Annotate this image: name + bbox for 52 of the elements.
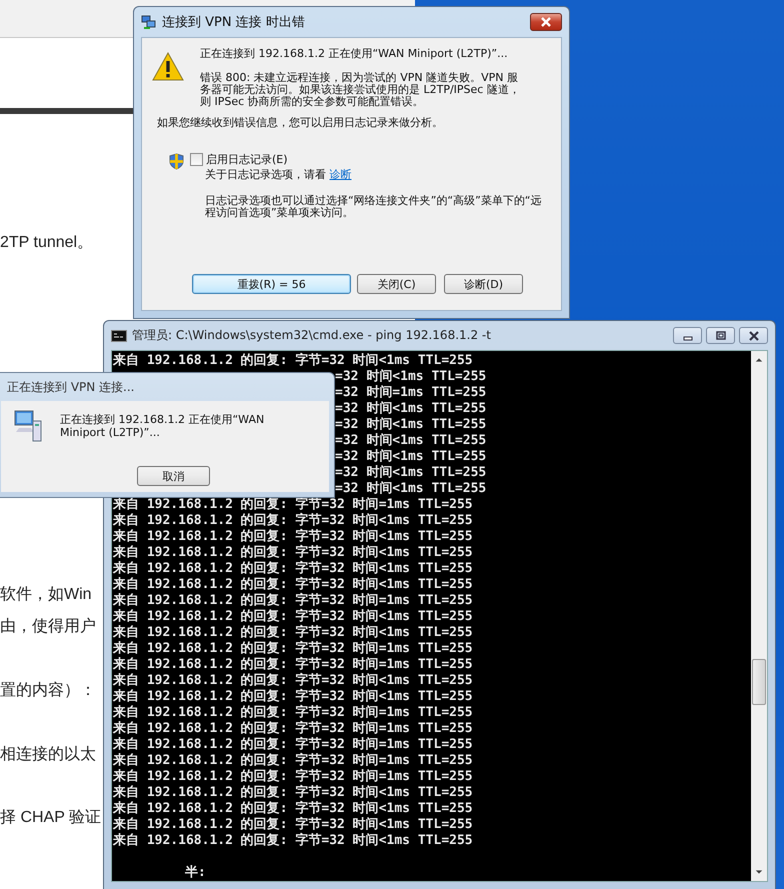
output-line: =32 时间<1ms TTL=255	[335, 369, 486, 385]
output-line: 来自 192.168.1.2 的回复: 字节=32 时间<1ms TTL=255	[113, 801, 473, 816]
output-line: 来自 192.168.1.2 的回复: 字节=32 时间=1ms TTL=255	[113, 737, 473, 752]
output-line: 来自 192.168.1.2 的回复: 字节=32 时间<1ms TTL=255	[113, 577, 473, 592]
output-line: 来自 192.168.1.2 的回复: 字节=32 时间=1ms TTL=255	[113, 657, 473, 672]
output-line: 来自 192.168.1.2 的回复: 字节=32 时间<1ms TTL=255	[113, 625, 473, 640]
paragraph-text: 置的内容）：	[0, 681, 96, 701]
output-line: 来自 192.168.1.2 的回复: 字节=32 时间=1ms TTL=255	[113, 769, 473, 784]
output-line: 来自 192.168.1.2 的回复: 字节=32 时间=1ms TTL=255	[113, 641, 473, 656]
dialog-button[interactable]: 重拨(R) = 56	[192, 274, 351, 294]
info-text: 关于日志记录选项，请看	[205, 168, 326, 181]
output-line: =32 时间<1ms TTL=255	[335, 417, 486, 433]
output-line: 来自 192.168.1.2 的回复: 字节=32 时间<1ms TTL=255	[113, 529, 473, 544]
output-line: =32 时间<1ms TTL=255	[335, 481, 486, 497]
output-line: 来自 192.168.1.2 的回复: 字节=32 时间<1ms TTL=255	[113, 353, 473, 369]
window-title: 管理员: C:\Windows\system32\cmd.exe - ping 192.168.1.2 -t	[132, 327, 492, 344]
dialog-button[interactable]: 关闭(C)	[357, 274, 436, 294]
output-line: =32 时间=1ms TTL=255	[335, 385, 486, 401]
output-line: 来自 192.168.1.2 的回复: 字节=32 时间=1ms TTL=255	[113, 721, 473, 736]
paragraph-text: 相连接的以太	[0, 745, 96, 765]
output-line: 来自 192.168.1.2 的回复: 字节=32 时间<1ms TTL=255	[113, 513, 473, 528]
error-text: 错误 800: 未建立远程连接，因为尝试的 VPN 隧道失败。VPN 服务器可能无法访问。如果该连接尝试使用的是 L2TP/IPSec 隧道，则 IPSec 协商所需的安全参数可能配置错误。	[200, 72, 521, 108]
output-line: 来自 192.168.1.2 的回复: 字节=32 时间<1ms TTL=255	[113, 673, 473, 688]
output-line: 来自 192.168.1.2 的回复: 字节=32 时间<1ms TTL=255	[113, 785, 473, 800]
output-line: 来自 192.168.1.2 的回复: 字节=32 时间<1ms TTL=255	[113, 817, 473, 832]
output-line: =32 时间<1ms TTL=255	[335, 465, 486, 481]
output-line: 来自 192.168.1.2 的回复: 字节=32 时间<1ms TTL=255	[113, 609, 473, 624]
input-line: 半:	[185, 865, 206, 881]
window-title: 连接到 VPN 连接 时出错	[162, 14, 306, 31]
message-text: 正在连接到 192.168.1.2 正在使用“WAN Miniport (L2TP)”...	[200, 48, 509, 60]
output-line: =32 时间<1ms TTL=255	[335, 433, 486, 449]
output-line: 来自 192.168.1.2 的回复: 字节=32 时间=1ms TTL=255	[113, 593, 473, 608]
cancel-button[interactable]: 取消	[137, 466, 210, 486]
output-line: 来自 192.168.1.2 的回复: 字节=32 时间=1ms TTL=255	[113, 753, 473, 768]
note-text: 日志记录选项也可以通过选择“网络连接文件夹”的“高级”菜单下的“远程访问首选项”菜单项来访问。	[204, 195, 542, 219]
paragraph-text: 由，使得用户	[0, 617, 96, 637]
output-line: 来自 192.168.1.2 的回复: 字节=32 时间<1ms TTL=255	[113, 689, 473, 704]
output-line: 来自 192.168.1.2 的回复: 字节=32 时间<1ms TTL=255	[113, 545, 473, 560]
paragraph-text: 软件，如Win	[0, 585, 92, 605]
output-line: =32 时间<1ms TTL=255	[335, 401, 486, 417]
dialog-button[interactable]: 诊断(D)	[444, 274, 523, 294]
output-line: 来自 192.168.1.2 的回复: 字节=32 时间<1ms TTL=255	[113, 561, 473, 576]
window-title: 正在连接到 VPN 连接...	[6, 379, 136, 396]
diagnose-link[interactable]: 诊断	[330, 168, 352, 181]
paragraph-text: 2TP tunnel。	[0, 233, 94, 253]
paragraph-text: 择 CHAP 验证	[0, 808, 102, 828]
output-line: =32 时间<1ms TTL=255	[335, 449, 486, 465]
output-line: 来自 192.168.1.2 的回复: 字节=32 时间<1ms TTL=255	[113, 833, 473, 849]
hint-text: 如果您继续收到错误信息，您可以启用日志记录来做分析。	[156, 117, 444, 129]
message-text: 正在连接到 192.168.1.2 正在使用“WAN Miniport (L2TP)”...	[60, 413, 266, 441]
checkbox-label: 启用日志记录(E)	[206, 154, 288, 166]
output-line: 来自 192.168.1.2 的回复: 字节=32 时间=1ms TTL=255	[113, 705, 473, 720]
